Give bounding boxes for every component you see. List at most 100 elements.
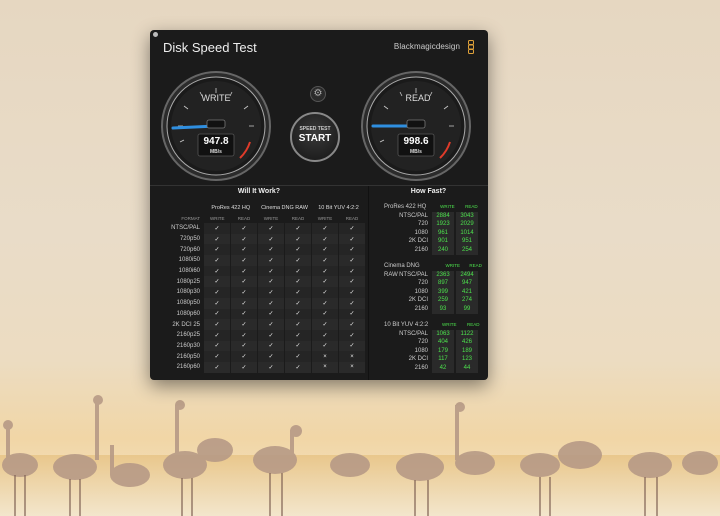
read-fps-value: 99 xyxy=(456,304,478,314)
format-name: 2160p25 xyxy=(176,332,200,339)
speed-row: 2160 93 99 xyxy=(374,304,488,314)
compat-cell: ✓ xyxy=(230,223,258,234)
read-fps-value: 421 xyxy=(456,287,478,297)
compat-cell: ✓ xyxy=(311,255,339,266)
compat-cell: ✓ xyxy=(230,329,258,341)
read-fps-value: 947 xyxy=(456,279,478,288)
compat-cell: ✓ xyxy=(204,308,231,320)
write-fps-value: 2884 xyxy=(432,211,454,221)
table-row: 720p60 ✓ ✓ ✓ ✓ ✓ ✓ xyxy=(162,244,366,256)
sub-header-write: WRITE xyxy=(317,215,333,221)
compat-cell: ✓ xyxy=(311,244,339,256)
sub-header-write: WRITE xyxy=(210,215,225,221)
read-fps-value: 254 xyxy=(456,245,478,255)
format-name: 1080p30 xyxy=(176,289,200,296)
resolution-label: NTSC/PAL xyxy=(399,212,428,219)
compat-cell: ✓ xyxy=(338,223,366,234)
compat-cell: ✓ xyxy=(284,308,312,320)
sub-header-read: READ xyxy=(237,215,251,221)
speed-row: 1080 961 1014 xyxy=(374,228,484,238)
read-fps-value: 426 xyxy=(456,338,478,347)
resolution-label: 1080 xyxy=(414,229,428,236)
compat-cell: ✓ xyxy=(311,297,339,309)
format-name: 1080p25 xyxy=(176,278,200,285)
table-row: 1080i60 ✓ ✓ ✓ ✓ ✓ ✓ xyxy=(162,265,366,277)
format-name: 1080p50 xyxy=(176,300,200,307)
read-fps-value: 951 xyxy=(456,237,478,246)
compat-cell: ✓ xyxy=(338,276,366,288)
speed-row: 2160 240 254 xyxy=(374,245,484,255)
speed-row: 1080 179 189 xyxy=(374,346,486,356)
compat-cell: ✓ xyxy=(338,329,366,341)
compat-cell: ✓ xyxy=(204,276,231,288)
compat-cell: ✓ xyxy=(257,319,285,330)
sub-header-read: READ xyxy=(469,263,482,268)
compat-cell: ✓ xyxy=(311,308,339,320)
blackmagic-logo-icon xyxy=(468,40,474,54)
format-name: 2K DCI 25 xyxy=(172,321,200,328)
write-fps-value: 901 xyxy=(432,237,454,246)
sub-header-read: READ xyxy=(466,322,480,327)
disk-speed-test-window: Disk Speed Test Blackmagicdesign WRITE 9… xyxy=(150,30,488,380)
table-row: 1080p50 ✓ ✓ ✓ ✓ ✓ ✓ xyxy=(162,297,366,309)
compat-cell: ✓ xyxy=(338,319,366,330)
speed-group-name: ProRes 422 HQ xyxy=(384,204,427,210)
compat-cell: ✓ xyxy=(311,329,339,341)
table-row: 720p50 ✓ ✓ ✓ ✓ ✓ ✓ xyxy=(162,233,366,245)
write-gauge-label: WRITE xyxy=(201,93,231,103)
settings-button[interactable]: ⚙ xyxy=(310,86,326,102)
resolution-label: 2160 xyxy=(414,364,428,371)
write-speed-unit: MB/s xyxy=(210,149,222,155)
compat-cell: ✓ xyxy=(257,351,285,362)
compat-cell: ✓ xyxy=(284,223,312,234)
compat-cell: ✓ xyxy=(338,308,366,320)
compat-cell: ✓ xyxy=(257,276,285,288)
close-button[interactable] xyxy=(153,32,158,37)
speed-row: NTSC/PAL 2363 2494 xyxy=(374,270,488,280)
group-header: Cinema DNG RAW xyxy=(261,204,308,211)
compat-cell: ✓ xyxy=(284,351,312,362)
resolution-label: 1080 xyxy=(414,288,428,295)
format-name: 720p60 xyxy=(179,246,200,253)
sub-header-write: WRITE xyxy=(442,322,457,327)
brand-name: Blackmagicdesign xyxy=(393,42,460,51)
speed-group-name: 10 Bit YUV 4:2:2 xyxy=(384,322,429,328)
background-flamingos xyxy=(0,395,720,516)
compat-cell: ✓ xyxy=(204,244,231,256)
resolution-label: 2160 xyxy=(414,246,428,253)
compat-cell: ✓ xyxy=(204,297,231,309)
sub-header-read: READ xyxy=(465,204,478,209)
resolution-label: 2K DCI xyxy=(408,356,428,363)
start-button[interactable]: SPEED TEST START xyxy=(290,112,340,162)
table-row: 2160p60 ✓ ✓ ✓ ✓ × × xyxy=(162,361,366,373)
compat-cell: ✓ xyxy=(204,233,231,245)
compat-cell: ✓ xyxy=(311,319,339,330)
resolution-label: NTSC/PAL xyxy=(399,271,428,278)
format-label: FORMAT xyxy=(181,215,200,221)
compat-cell: ✓ xyxy=(338,233,366,245)
read-fps-value: 44 xyxy=(456,363,478,373)
will-it-work-title: Will It Work? xyxy=(237,188,281,195)
sub-header-read: READ xyxy=(345,215,359,221)
speed-row: NTSC/PAL 2884 3043 xyxy=(374,211,484,221)
compat-cell: ✓ xyxy=(311,276,339,288)
compat-cell: ✓ xyxy=(204,329,231,341)
read-fps-value: 274 xyxy=(456,296,478,305)
resolution-label: 720 xyxy=(417,339,428,346)
compat-cell: ✓ xyxy=(230,276,258,288)
compat-cell: ✓ xyxy=(230,308,258,320)
read-gauge-label: READ xyxy=(405,93,431,103)
compat-cell: ✓ xyxy=(230,297,258,309)
compat-cell: ✓ xyxy=(284,276,312,288)
write-fps-value: 42 xyxy=(432,363,454,373)
sub-header-read: READ xyxy=(291,215,305,221)
speed-row: 2160 42 44 xyxy=(374,363,486,373)
format-name: 2160p30 xyxy=(176,342,200,349)
read-fps-value: 189 xyxy=(456,346,478,356)
compat-cell: ✓ xyxy=(284,319,312,330)
speed-row: 1080 399 421 xyxy=(374,287,488,297)
speed-row: 2K DCI 259 274 xyxy=(374,296,488,305)
write-fps-value: 1923 xyxy=(432,220,454,229)
read-gauge xyxy=(361,71,471,181)
compat-cell: ✓ xyxy=(204,287,231,298)
